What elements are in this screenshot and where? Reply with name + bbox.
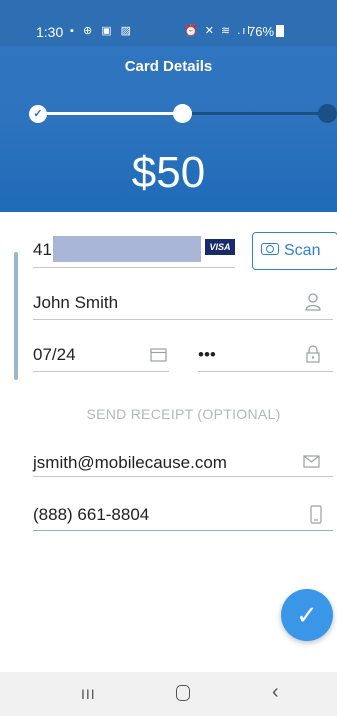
phone-field[interactable]: (888) 661-8804 bbox=[33, 505, 333, 531]
email-value: jsmith@mobilecause.com bbox=[33, 453, 227, 472]
card-number-underline bbox=[33, 267, 235, 268]
home-icon[interactable] bbox=[176, 685, 190, 701]
step-1-complete-icon: ✓ bbox=[29, 105, 47, 123]
status-bar: 1:30 ▪ ⊕ ▣ ▨ ⏰ ✕ ≋ .ıl 76% bbox=[0, 0, 337, 46]
battery-icon bbox=[276, 25, 285, 37]
system-navigation-bar: III ‹ bbox=[0, 672, 337, 716]
card-number-redaction bbox=[53, 236, 201, 262]
expiry-date-value: 07/24 bbox=[33, 345, 76, 364]
page-title: Card Details bbox=[124, 58, 213, 75]
stepper-line-pending bbox=[182, 112, 327, 115]
expiry-date-underline bbox=[33, 371, 169, 372]
envelope-icon bbox=[303, 455, 320, 468]
email-field[interactable]: jsmith@mobilecause.com bbox=[33, 453, 333, 477]
battery-indicator: 76% bbox=[248, 24, 285, 39]
progress-stepper: ✓ bbox=[0, 102, 337, 132]
step-2-current bbox=[173, 104, 192, 123]
cvv-field[interactable]: ••• bbox=[198, 345, 333, 372]
notification-icons: ▪ ⊕ ▣ ▨ bbox=[70, 25, 135, 37]
mobile-phone-icon bbox=[310, 505, 322, 524]
step-3-pending bbox=[318, 104, 337, 123]
phone-value: (888) 661-8804 bbox=[33, 505, 150, 524]
visa-card-icon: VISA bbox=[205, 239, 235, 255]
cardholder-name-underline bbox=[33, 319, 333, 320]
email-underline bbox=[33, 476, 333, 477]
status-time: 1:30 bbox=[36, 24, 64, 40]
back-icon[interactable]: ‹ bbox=[272, 681, 279, 704]
cvv-value: ••• bbox=[198, 345, 216, 364]
card-number-value: 41 bbox=[33, 240, 52, 259]
cvv-underline bbox=[198, 371, 333, 372]
phone-underline bbox=[33, 530, 333, 531]
checkmark-icon: ✓ bbox=[296, 600, 318, 630]
cardholder-name-value: John Smith bbox=[33, 293, 119, 312]
card-number-field[interactable]: 41 VISA bbox=[33, 232, 235, 268]
scan-card-button[interactable]: Scan bbox=[252, 232, 337, 270]
send-receipt-label: SEND RECEIPT (OPTIONAL) bbox=[86, 406, 281, 422]
donation-amount: $50 bbox=[131, 148, 206, 197]
lock-icon bbox=[306, 345, 320, 363]
recent-apps-icon[interactable]: III bbox=[81, 686, 96, 702]
cardholder-name-field[interactable]: John Smith bbox=[33, 293, 333, 320]
submit-checkmark-button[interactable]: ✓ bbox=[281, 589, 333, 641]
scroll-indicator bbox=[14, 252, 18, 380]
camera-icon bbox=[261, 243, 279, 255]
expiry-date-field[interactable]: 07/24 bbox=[33, 345, 169, 372]
calendar-icon bbox=[150, 348, 167, 362]
person-icon bbox=[305, 293, 321, 311]
system-status-icons: ⏰ ✕ ≋ .ıl bbox=[184, 25, 252, 37]
scan-label: Scan bbox=[284, 242, 321, 259]
header: Card Details ✓ $50 bbox=[0, 46, 337, 212]
battery-percent: 76% bbox=[248, 24, 275, 39]
stepper-line-complete bbox=[38, 112, 182, 115]
